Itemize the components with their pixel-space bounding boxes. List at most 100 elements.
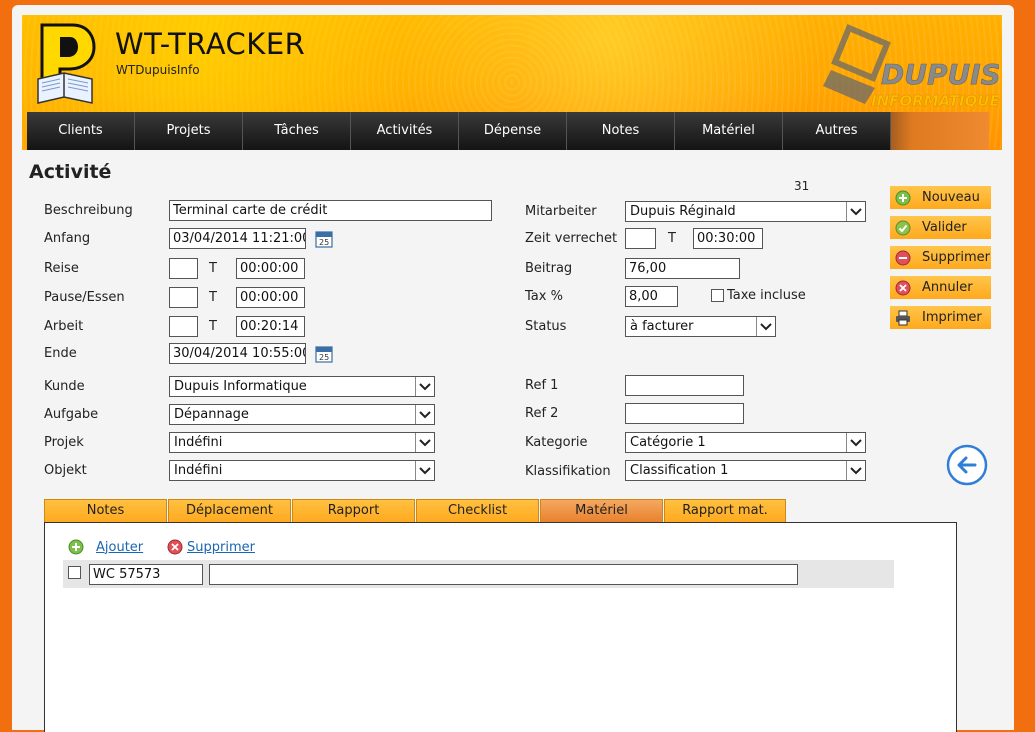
arbeit-days-input[interactable] bbox=[169, 316, 198, 337]
detail-tabs: Notes Déplacement Rapport Checklist Maté… bbox=[44, 499, 787, 522]
nav-item-activites[interactable]: Activités bbox=[351, 112, 459, 150]
anfang-input[interactable]: 03/04/2014 11:21:00 bbox=[169, 228, 306, 249]
arbeit-time-input[interactable]: 00:20:14 bbox=[236, 316, 305, 337]
objekt-select-value: Indéfini bbox=[174, 463, 223, 478]
mitarbeiter-select-value: Dupuis Réginald bbox=[630, 204, 736, 219]
page-title: Activité bbox=[29, 161, 112, 183]
status-label: Status bbox=[525, 319, 567, 334]
taxe-incluse-label: Taxe incluse bbox=[727, 288, 806, 303]
tab-rapport[interactable]: Rapport bbox=[292, 499, 415, 522]
supprimer-link[interactable]: Supprimer bbox=[167, 539, 255, 555]
nav-item-clients[interactable]: Clients bbox=[27, 112, 135, 150]
tax-label: Tax % bbox=[525, 289, 563, 304]
materiel-row: WC 57573 bbox=[63, 560, 894, 588]
plus-circle-icon bbox=[68, 539, 84, 555]
kategorie-label: Kategorie bbox=[525, 435, 588, 450]
nav-item-taches[interactable]: Tâches bbox=[243, 112, 351, 150]
beschreibung-input[interactable]: Terminal carte de crédit bbox=[169, 200, 492, 221]
nav-item-notes[interactable]: Notes bbox=[567, 112, 675, 150]
ref1-label: Ref 1 bbox=[525, 378, 559, 393]
objekt-select[interactable]: Indéfini bbox=[169, 460, 435, 481]
app-subtitle: WTDupuisInfo bbox=[116, 63, 200, 77]
reise-days-input[interactable] bbox=[169, 258, 198, 279]
printer-icon bbox=[896, 310, 910, 325]
beitrag-label: Beitrag bbox=[525, 261, 573, 276]
nav-item-autres[interactable]: Autres bbox=[783, 112, 891, 150]
kunde-select-value: Dupuis Informatique bbox=[174, 379, 307, 394]
ref2-input[interactable] bbox=[625, 403, 744, 424]
check-circle-icon bbox=[895, 220, 911, 235]
calendar-icon[interactable]: 25 bbox=[314, 344, 334, 364]
ajouter-link[interactable]: Ajouter bbox=[68, 539, 143, 555]
page-container: WT-TRACKER WTDupuisInfo DUPUIS INFORMATI… bbox=[12, 5, 1014, 732]
nav-item-projets[interactable]: Projets bbox=[135, 112, 243, 150]
chevron-down-icon bbox=[846, 202, 865, 221]
svg-text:25: 25 bbox=[319, 353, 329, 362]
tax-input[interactable]: 8,00 bbox=[625, 286, 678, 307]
zeit-verrechet-t-label: T bbox=[668, 231, 676, 246]
zeit-verrechet-time-input[interactable]: 00:30:00 bbox=[693, 228, 763, 249]
dupuis-brand-logo: DUPUIS INFORMATIQUE bbox=[823, 24, 999, 110]
calendar-icon[interactable]: 25 bbox=[314, 229, 334, 249]
anfang-label: Anfang bbox=[44, 231, 91, 246]
aufgabe-select[interactable]: Dépannage bbox=[169, 404, 435, 425]
zeit-verrechet-days-input[interactable] bbox=[625, 228, 656, 249]
kunde-select[interactable]: Dupuis Informatique bbox=[169, 376, 435, 397]
aufgabe-label: Aufgabe bbox=[44, 407, 99, 422]
tab-materiel[interactable]: Matériel bbox=[540, 499, 663, 522]
aufgabe-select-value: Dépannage bbox=[174, 407, 249, 422]
klassifikation-select[interactable]: Classification 1 bbox=[625, 460, 866, 481]
kunde-label: Kunde bbox=[44, 379, 85, 394]
chevron-down-icon bbox=[415, 461, 434, 480]
nouveau-button[interactable]: Nouveau bbox=[890, 186, 991, 209]
valider-button[interactable]: Valider bbox=[890, 216, 991, 239]
pause-label: Pause/Essen bbox=[44, 290, 125, 305]
tab-deplacement[interactable]: Déplacement bbox=[168, 499, 291, 522]
nouveau-label: Nouveau bbox=[922, 190, 980, 205]
main-nav: Clients Projets Tâches Activités Dépense… bbox=[27, 112, 989, 150]
projek-label: Projek bbox=[44, 435, 84, 450]
kategorie-select[interactable]: Catégorie 1 bbox=[625, 432, 866, 453]
annuler-label: Annuler bbox=[922, 280, 973, 295]
nav-item-depense[interactable]: Dépense bbox=[459, 112, 567, 150]
pause-time-input[interactable]: 00:00:00 bbox=[236, 287, 305, 308]
supprimer-button[interactable]: Supprimer bbox=[890, 246, 991, 269]
zeit-verrechet-label: Zeit verrechet bbox=[525, 231, 618, 246]
materiel-description-input[interactable] bbox=[209, 564, 798, 585]
projek-select[interactable]: Indéfini bbox=[169, 432, 435, 453]
tab-checklist[interactable]: Checklist bbox=[416, 499, 539, 522]
app-header: WT-TRACKER WTDupuisInfo DUPUIS INFORMATI… bbox=[22, 15, 1002, 150]
brand-name: DUPUIS bbox=[881, 58, 999, 91]
nav-item-materiel[interactable]: Matériel bbox=[675, 112, 783, 150]
chevron-down-icon bbox=[846, 461, 865, 480]
beschreibung-label: Beschreibung bbox=[44, 203, 133, 218]
reise-time-input[interactable]: 00:00:00 bbox=[236, 258, 305, 279]
annuler-button[interactable]: Annuler bbox=[890, 276, 991, 299]
status-select[interactable]: à facturer bbox=[625, 316, 776, 337]
beitrag-input[interactable]: 76,00 bbox=[625, 258, 740, 279]
plus-circle-icon bbox=[895, 190, 911, 205]
back-arrow-icon[interactable] bbox=[946, 444, 988, 486]
minus-circle-icon bbox=[895, 250, 911, 265]
ende-label: Ende bbox=[44, 346, 77, 361]
cancel-circle-icon bbox=[167, 539, 183, 555]
taxe-incluse-checkbox[interactable] bbox=[711, 289, 724, 302]
ref2-label: Ref 2 bbox=[525, 406, 559, 421]
pause-days-input[interactable] bbox=[169, 287, 198, 308]
projek-select-value: Indéfini bbox=[174, 435, 223, 450]
ref1-input[interactable] bbox=[625, 375, 744, 396]
objekt-label: Objekt bbox=[44, 463, 87, 478]
klassifikation-label: Klassifikation bbox=[525, 464, 611, 479]
mitarbeiter-select[interactable]: Dupuis Réginald bbox=[625, 201, 866, 222]
materiel-panel: Ajouter Supprimer WC 57573 bbox=[44, 522, 957, 732]
ende-input[interactable]: 30/04/2014 10:55:00 bbox=[169, 343, 306, 364]
tab-rapport-mat[interactable]: Rapport mat. bbox=[664, 499, 786, 522]
svg-text:25: 25 bbox=[319, 238, 329, 247]
klassifikation-select-value: Classification 1 bbox=[630, 463, 729, 478]
materiel-row-checkbox[interactable] bbox=[68, 566, 81, 579]
tab-notes[interactable]: Notes bbox=[44, 499, 167, 522]
materiel-code-input[interactable]: WC 57573 bbox=[89, 564, 203, 585]
mitarbeiter-label: Mitarbeiter bbox=[525, 204, 597, 219]
chevron-down-icon bbox=[415, 405, 434, 424]
imprimer-button[interactable]: Imprimer bbox=[890, 306, 991, 329]
